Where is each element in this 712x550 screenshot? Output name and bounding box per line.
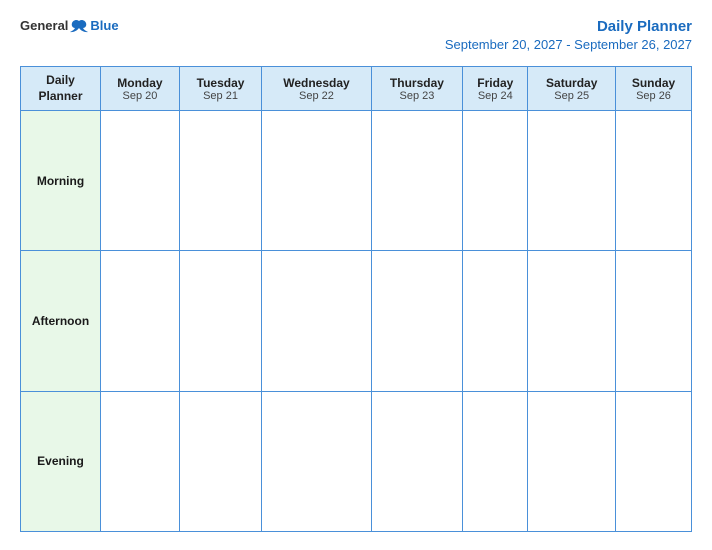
cell-evening-friday[interactable] [463, 391, 528, 531]
cell-morning-thursday[interactable] [371, 111, 462, 251]
cell-afternoon-saturday[interactable] [528, 251, 616, 391]
col-header-saturday: Saturday Sep 25 [528, 67, 616, 111]
time-label-afternoon: Afternoon [21, 251, 101, 391]
table-header-row: Daily Planner Monday Sep 20 Tuesday Sep … [21, 67, 692, 111]
cell-afternoon-monday[interactable] [101, 251, 180, 391]
page: General Blue Daily Planner September 20,… [0, 0, 712, 550]
cell-evening-tuesday[interactable] [179, 391, 261, 531]
col-header-thursday: Thursday Sep 23 [371, 67, 462, 111]
row-afternoon: Afternoon [21, 251, 692, 391]
planner-table: Daily Planner Monday Sep 20 Tuesday Sep … [20, 66, 692, 532]
cell-morning-sunday[interactable] [616, 111, 692, 251]
cell-afternoon-friday[interactable] [463, 251, 528, 391]
logo-area: General Blue [20, 18, 119, 33]
cell-morning-wednesday[interactable] [262, 111, 371, 251]
row-morning: Morning [21, 111, 692, 251]
cell-morning-tuesday[interactable] [179, 111, 261, 251]
cell-morning-friday[interactable] [463, 111, 528, 251]
cell-afternoon-wednesday[interactable] [262, 251, 371, 391]
col-header-sunday: Sunday Sep 26 [616, 67, 692, 111]
col-header-friday: Friday Sep 24 [463, 67, 528, 111]
planner-title: Daily Planner [597, 18, 692, 35]
cell-evening-saturday[interactable] [528, 391, 616, 531]
cell-evening-wednesday[interactable] [262, 391, 371, 531]
col-header-wednesday: Wednesday Sep 22 [262, 67, 371, 111]
logo-blue-text: Blue [90, 18, 118, 33]
planner-subtitle: September 20, 2027 - September 26, 2027 [445, 37, 692, 52]
title-area: Daily Planner September 20, 2027 - Septe… [445, 18, 692, 54]
col-header-tuesday: Tuesday Sep 21 [179, 67, 261, 111]
logo-text: General Blue [20, 18, 119, 33]
cell-afternoon-thursday[interactable] [371, 251, 462, 391]
col-header-monday: Monday Sep 20 [101, 67, 180, 111]
cell-afternoon-tuesday[interactable] [179, 251, 261, 391]
cell-evening-monday[interactable] [101, 391, 180, 531]
cell-evening-sunday[interactable] [616, 391, 692, 531]
col-label-header: Daily Planner [21, 67, 101, 111]
cell-evening-thursday[interactable] [371, 391, 462, 531]
logo-bird-icon [70, 19, 88, 33]
row-evening: Evening [21, 391, 692, 531]
header: General Blue Daily Planner September 20,… [20, 18, 692, 54]
time-label-evening: Evening [21, 391, 101, 531]
cell-morning-saturday[interactable] [528, 111, 616, 251]
cell-afternoon-sunday[interactable] [616, 251, 692, 391]
cell-morning-monday[interactable] [101, 111, 180, 251]
logo-general-text: General [20, 18, 68, 33]
time-label-morning: Morning [21, 111, 101, 251]
